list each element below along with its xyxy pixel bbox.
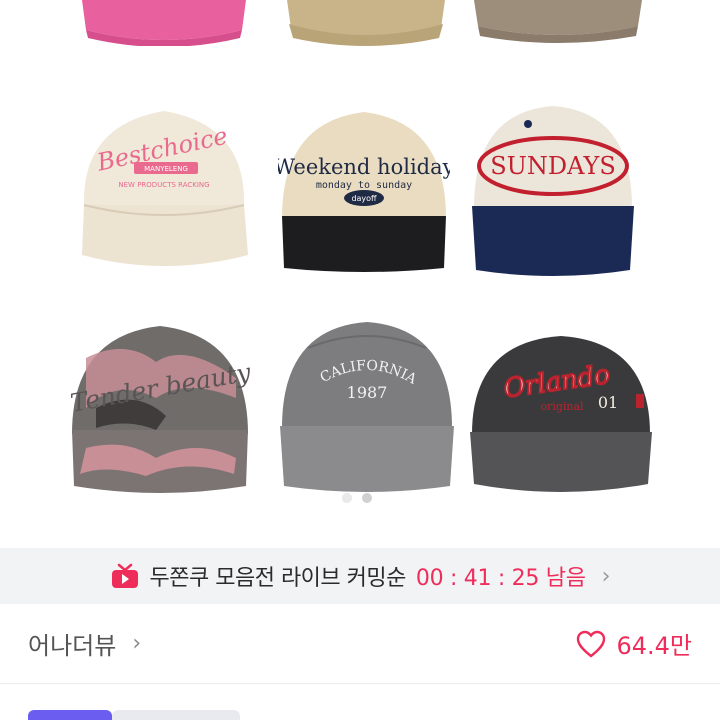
top-beige-cap [287,0,445,48]
svg-text:SUNDAYS: SUNDAYS [490,152,616,180]
heart-icon [576,630,606,658]
svg-text:01: 01 [598,393,618,412]
gallery-pager[interactable] [342,493,372,503]
top-brown-cap [474,0,642,44]
product-image-gallery[interactable]: Bestchoice MANYELENG NEW PRODUCTS RACKIN… [0,0,720,548]
live-title: 두쫀쿠 모음전 라이브 커밍순 [149,566,407,591]
chevron-right-icon: › [601,563,611,589]
svg-text:monday to sunday: monday to sunday [316,180,412,191]
product-info-row: 어나더뷰 › 64.4만 [0,604,720,684]
expand-icon[interactable] [648,476,684,512]
like-count: 64.4만 [616,632,692,660]
california-cap: CALIFORNIA 1987 [278,318,456,494]
svg-text:MANYELENG: MANYELENG [144,165,188,173]
chevron-right-icon: › [132,631,142,656]
svg-text:original: original [540,400,584,413]
top-pink-cap [82,0,246,46]
tender-beauty-cap: Tender beauty [66,318,254,494]
svg-text:Weekend holiday: Weekend holiday [278,155,450,179]
svg-text:dayoff: dayoff [351,194,377,203]
svg-text:NEW PRODUCTS RACKING: NEW PRODUCTS RACKING [118,181,209,189]
weekend-holiday-cap: Weekend holiday monday to sunday dayoff [278,108,450,272]
sundays-cap: SUNDAYS [470,102,636,278]
pager-dot-1[interactable] [342,493,352,503]
svg-text:1987: 1987 [347,383,388,402]
bottom-tab-strip [28,710,240,720]
tab-indicator[interactable] [112,710,240,720]
brand-name: 어나더뷰 [28,632,117,660]
live-tv-icon [110,563,140,589]
live-countdown: 00 : 41 : 25 남음 [415,566,586,591]
orlando-cap: Orlando original 01 [466,334,656,494]
bestchoice-cap: Bestchoice MANYELENG NEW PRODUCTS RACKIN… [78,105,250,277]
brand-link[interactable]: 어나더뷰 › [28,626,141,661]
tab-indicator-active[interactable] [28,710,112,720]
pager-dot-2[interactable] [362,493,372,503]
live-banner[interactable]: 두쫀쿠 모음전 라이브 커밍순 00 : 41 : 25 남음 › [0,548,720,604]
like-button[interactable]: 64.4만 [576,626,692,661]
